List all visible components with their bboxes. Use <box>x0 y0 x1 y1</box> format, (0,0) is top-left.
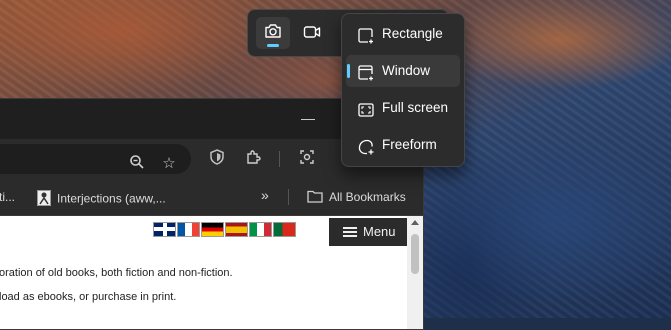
menu-label: Menu <box>363 224 396 239</box>
france-flag-icon[interactable] <box>177 222 200 237</box>
shield-icon[interactable] <box>207 149 227 169</box>
menu-item-full-screen[interactable]: Full screen <box>346 92 460 124</box>
scroll-up-arrow-icon[interactable] <box>411 220 419 225</box>
bookmarks-overflow-button[interactable]: » <box>261 187 269 203</box>
all-bookmarks-label: All Bookmarks <box>329 190 406 205</box>
toolbar-separator <box>279 151 280 167</box>
folder-icon <box>307 190 323 206</box>
window-snip-icon <box>357 62 375 81</box>
bookmark-item[interactable]: Interjections (aww,... <box>37 190 166 209</box>
video-mode-button[interactable] <box>295 17 329 49</box>
portugal-flag-icon[interactable] <box>273 222 296 237</box>
bookmark-favicon-icon <box>37 190 51 209</box>
site-menu-button[interactable]: Menu <box>329 218 407 246</box>
scrollbar-thumb[interactable] <box>411 234 419 274</box>
bookmark-item[interactable]: ti... <box>0 190 15 204</box>
language-flags <box>153 222 296 237</box>
bookmarks-separator <box>288 189 289 205</box>
uk-flag-icon[interactable] <box>153 222 176 237</box>
minimize-icon[interactable]: — <box>301 111 315 125</box>
menu-item-rectangle[interactable]: Rectangle <box>346 18 460 50</box>
screenshot-icon[interactable] <box>297 149 317 169</box>
fullscreen-snip-icon <box>357 99 375 117</box>
all-bookmarks-button[interactable]: All Bookmarks <box>307 190 406 206</box>
selected-mode-indicator <box>267 44 279 47</box>
menu-item-window[interactable]: Window <box>346 55 460 87</box>
menu-item-freeform[interactable]: Freeform <box>346 129 460 161</box>
freeform-snip-icon <box>357 136 375 155</box>
bookmark-label: Interjections (aww,... <box>57 191 166 206</box>
italy-flag-icon[interactable] <box>249 222 272 237</box>
selected-item-indicator <box>347 64 350 78</box>
spain-flag-icon[interactable] <box>225 222 248 237</box>
star-icon[interactable]: ☆ <box>159 154 179 174</box>
video-camera-icon <box>303 25 321 44</box>
page-text-line: oration of old books, both fiction and n… <box>0 267 233 279</box>
web-page-content: Menu oration of old books, both fiction … <box>0 216 407 329</box>
menu-item-label: Window <box>382 63 431 78</box>
menu-item-label: Full screen <box>382 100 449 115</box>
screenshot-mode-button[interactable] <box>256 17 290 49</box>
bookmarks-bar: ti... Interjections (aww,... » All Bookm… <box>0 179 423 216</box>
menu-item-label: Rectangle <box>382 26 443 41</box>
germany-flag-icon[interactable] <box>201 222 224 237</box>
menu-item-label: Freeform <box>382 137 437 152</box>
snip-mode-menu: Rectangle Window Full screen Freeform <box>341 13 465 167</box>
hamburger-icon <box>343 227 357 237</box>
camera-icon <box>264 23 282 44</box>
address-bar[interactable]: ☆ <box>0 144 191 174</box>
page-scrollbar[interactable] <box>407 216 423 329</box>
zoom-icon[interactable] <box>127 154 147 174</box>
rectangle-snip-icon <box>357 25 375 44</box>
extensions-icon[interactable] <box>243 149 263 169</box>
page-text-line: load as ebooks, or purchase in print. <box>0 291 177 303</box>
